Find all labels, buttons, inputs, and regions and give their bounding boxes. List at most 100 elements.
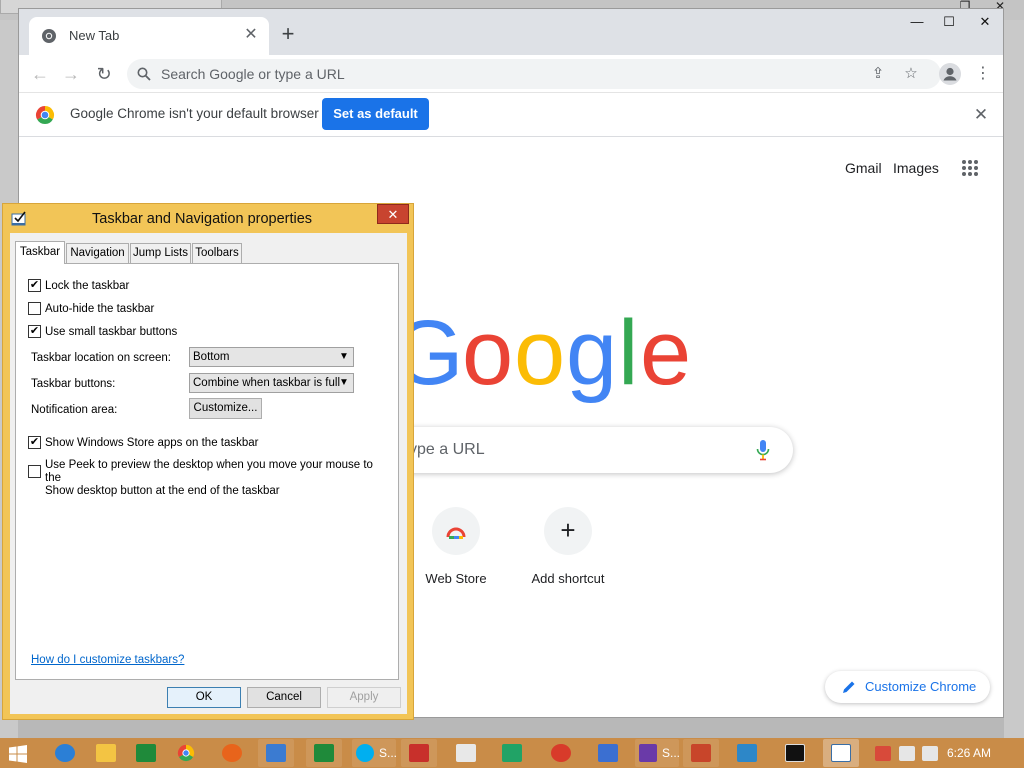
infobar-close-icon[interactable]: ✕ bbox=[971, 105, 991, 125]
reload-icon[interactable]: ↻ bbox=[92, 62, 116, 86]
tab-jump-lists[interactable]: Jump Lists bbox=[130, 243, 191, 263]
taskbar-help-icon[interactable] bbox=[543, 739, 579, 767]
customize-chrome-button[interactable]: Customize Chrome bbox=[825, 671, 990, 703]
default-browser-infobar: Google Chrome isn't your default browser… bbox=[19, 93, 1003, 137]
add-shortcut-plus-icon: + bbox=[544, 507, 592, 555]
windows-start-icon[interactable] bbox=[8, 744, 28, 764]
lock-taskbar-checkbox[interactable]: ✔ Lock the taskbar bbox=[28, 279, 129, 292]
windows-taskbar: S... S... 6:26 AM bbox=[0, 738, 1024, 768]
taskbar-skype-label: S... bbox=[379, 746, 398, 760]
shortcut-add[interactable]: + Add shortcut bbox=[512, 507, 624, 597]
more-menu-icon[interactable]: ⋮ bbox=[975, 62, 991, 86]
shortcut-web-store[interactable]: Web Store bbox=[400, 507, 512, 597]
tab-title: New Tab bbox=[69, 28, 120, 43]
clock[interactable]: 6:26 AM bbox=[947, 746, 991, 760]
small-buttons-checkbox[interactable]: ✔ Use small taskbar buttons bbox=[28, 325, 177, 338]
new-tab-plus-icon[interactable]: + bbox=[277, 23, 299, 46]
taskbar-file-explorer-icon[interactable] bbox=[88, 739, 124, 767]
taskbar-chrome-icon[interactable] bbox=[168, 739, 204, 767]
taskbar-news-icon[interactable] bbox=[401, 739, 437, 767]
tab-navigation[interactable]: Navigation bbox=[66, 243, 129, 263]
auto-hide-checkbox[interactable]: Auto-hide the taskbar bbox=[28, 302, 154, 315]
action-center-flag-icon[interactable] bbox=[875, 746, 891, 761]
close-window-icon[interactable]: ✕ bbox=[970, 11, 1000, 33]
omnibox[interactable]: Search Google or type a URL ⇪ ☆ bbox=[127, 59, 941, 89]
taskbar-money-icon[interactable] bbox=[306, 739, 342, 767]
chevron-down-icon: ▼ bbox=[339, 351, 349, 362]
taskbar-skype-item[interactable]: S... bbox=[352, 739, 398, 767]
web-store-icon bbox=[432, 507, 480, 555]
taskbar-people-icon[interactable] bbox=[683, 739, 719, 767]
svg-text:g: g bbox=[566, 302, 617, 404]
taskbar-trophy-label: S... bbox=[662, 746, 681, 760]
customize-notification-button[interactable]: Customize... bbox=[189, 398, 262, 419]
peek-checkbox[interactable]: Use Peek to preview the desktop when you… bbox=[28, 459, 388, 498]
taskbar-cmd-icon[interactable] bbox=[777, 739, 813, 767]
images-link[interactable]: Images bbox=[893, 160, 939, 176]
taskbar-trophy-item[interactable]: S... bbox=[635, 739, 681, 767]
omnibox-placeholder: Search Google or type a URL bbox=[161, 66, 345, 82]
google-logo: G o o g l e bbox=[392, 302, 691, 404]
volume-muted-icon[interactable] bbox=[922, 746, 938, 761]
maximize-icon[interactable]: ☐ bbox=[934, 11, 964, 33]
minimize-icon[interactable]: — bbox=[902, 11, 932, 33]
peek-label-line1: Use Peek to preview the desktop when you… bbox=[45, 459, 373, 484]
tab-new-tab[interactable]: New Tab ✕ bbox=[29, 17, 269, 55]
chevron-down-icon: ▼ bbox=[339, 377, 349, 388]
set-as-default-button[interactable]: Set as default bbox=[322, 98, 429, 130]
notification-area-label: Notification area: bbox=[31, 404, 118, 416]
taskbar-buttons-select[interactable]: Combine when taskbar is full ▼ bbox=[189, 373, 354, 393]
ok-button[interactable]: OK bbox=[167, 687, 241, 708]
google-search-box[interactable]: ype a URL bbox=[379, 427, 793, 473]
taskbar-flag-icon[interactable] bbox=[590, 739, 626, 767]
taskbar-properties-dialog: Taskbar and Navigation properties ✕ Task… bbox=[2, 203, 414, 720]
chrome-favicon-icon bbox=[42, 29, 56, 43]
tab-toolbars[interactable]: Toolbars bbox=[192, 243, 242, 263]
checkbox-unchecked-icon bbox=[28, 465, 41, 478]
tab-strip: New Tab ✕ + — ☐ ✕ bbox=[19, 9, 1003, 55]
apply-button[interactable]: Apply bbox=[327, 687, 401, 708]
help-link[interactable]: How do I customize taskbars? bbox=[31, 654, 184, 666]
pencil-icon bbox=[843, 681, 855, 693]
svg-text:e: e bbox=[640, 302, 691, 404]
dialog-title: Taskbar and Navigation properties bbox=[92, 211, 313, 227]
microphone-icon[interactable] bbox=[755, 439, 771, 461]
google-apps-icon[interactable] bbox=[961, 159, 979, 177]
share-icon[interactable]: ⇪ bbox=[869, 65, 887, 83]
taskbar-settings-icon[interactable] bbox=[258, 739, 294, 767]
taskbar-location-select[interactable]: Bottom ▼ bbox=[189, 347, 354, 367]
taskbar-tab-panel: ✔ Lock the taskbar Auto-hide the taskbar … bbox=[15, 263, 399, 680]
forward-arrow-icon[interactable]: → bbox=[59, 62, 83, 86]
customize-chrome-label: Customize Chrome bbox=[865, 679, 977, 694]
search-box-placeholder: ype a URL bbox=[409, 441, 485, 458]
taskbar-properties-icon[interactable] bbox=[823, 739, 859, 767]
dialog-body: Taskbar Navigation Jump Lists Toolbars ✔… bbox=[10, 233, 407, 714]
taskbar-store-icon[interactable] bbox=[128, 739, 164, 767]
infobar-message: Google Chrome isn't your default browser bbox=[70, 106, 319, 121]
gmail-link[interactable]: Gmail bbox=[845, 160, 882, 176]
taskbar-firefox-icon[interactable] bbox=[214, 739, 250, 767]
bookmark-star-icon[interactable]: ☆ bbox=[902, 65, 920, 83]
dialog-close-icon[interactable]: ✕ bbox=[377, 204, 409, 224]
taskbar-excel-icon[interactable] bbox=[494, 739, 530, 767]
taskbar-calculator-icon[interactable] bbox=[448, 739, 484, 767]
background-window-right bbox=[1004, 20, 1024, 740]
checkbox-checked-icon: ✔ bbox=[28, 436, 41, 449]
taskbar-ie-icon[interactable] bbox=[47, 739, 83, 767]
checkbox-checked-icon: ✔ bbox=[28, 325, 41, 338]
svg-text:o: o bbox=[462, 302, 513, 404]
shortcut-label: Web Store bbox=[425, 571, 487, 586]
network-icon[interactable] bbox=[899, 746, 915, 761]
search-icon bbox=[137, 67, 151, 81]
svg-text:o: o bbox=[514, 302, 565, 404]
taskbar-photos-icon[interactable] bbox=[729, 739, 765, 767]
profile-avatar-icon[interactable] bbox=[939, 63, 961, 85]
cancel-button[interactable]: Cancel bbox=[247, 687, 321, 708]
tab-taskbar[interactable]: Taskbar bbox=[15, 241, 65, 264]
tab-close-icon[interactable]: ✕ bbox=[241, 25, 261, 45]
svg-text:l: l bbox=[618, 302, 638, 404]
back-arrow-icon[interactable]: ← bbox=[28, 62, 52, 86]
store-apps-checkbox[interactable]: ✔ Show Windows Store apps on the taskbar bbox=[28, 436, 259, 449]
taskbar-buttons-label: Taskbar buttons: bbox=[31, 378, 116, 390]
shortcut-label: Add shortcut bbox=[531, 571, 605, 586]
